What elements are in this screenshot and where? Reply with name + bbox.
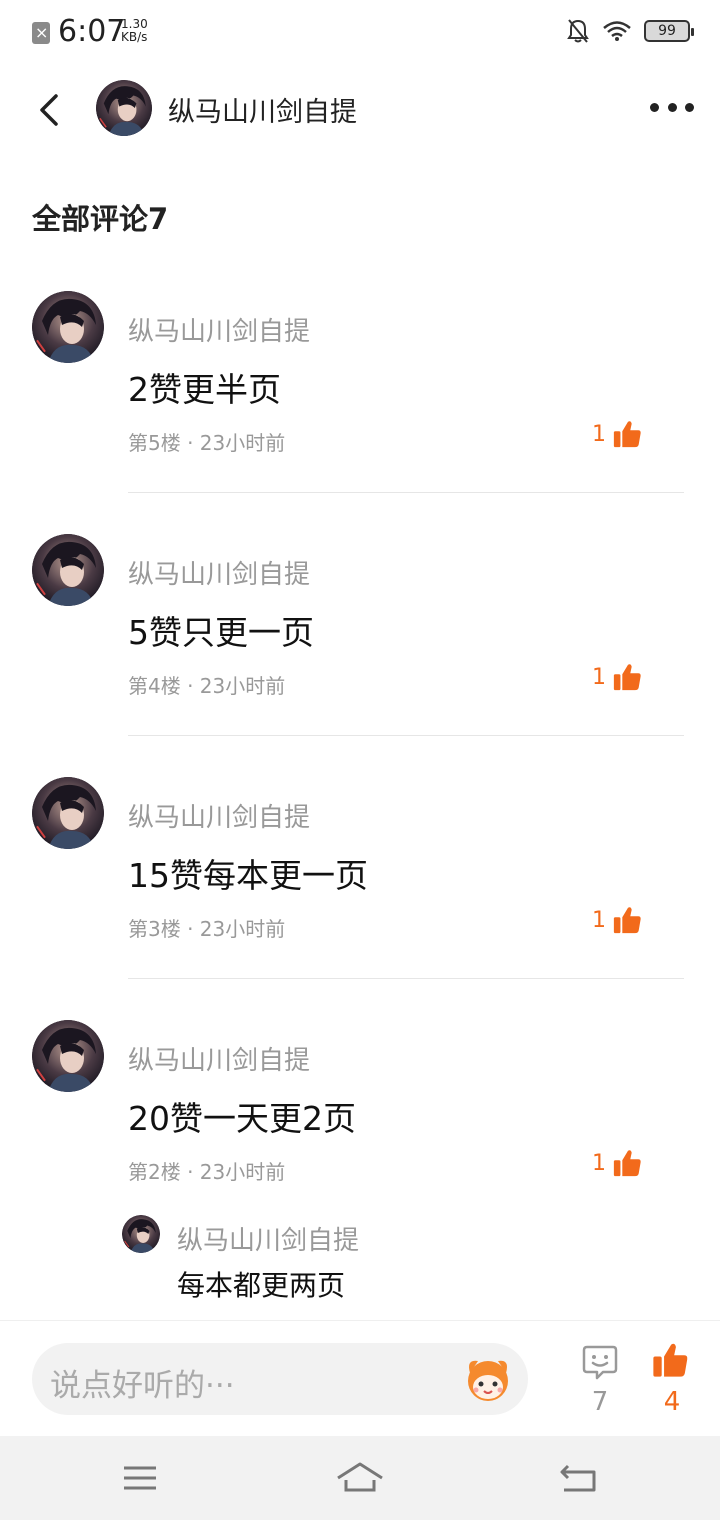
like-count: 1 [592, 907, 606, 933]
more-dot [667, 102, 677, 112]
more-dot [685, 102, 694, 112]
battery-icon: 99 [644, 20, 694, 42]
wifi-icon [602, 20, 632, 42]
comment-bubble-icon [582, 1345, 618, 1380]
comment-item: 纵马山川剑自提 5赞只更一页 第4楼 · 23小时前 1 [0, 534, 720, 777]
comments-section-title: 全部评论7 [32, 202, 169, 236]
system-nav-bar [0, 1436, 720, 1520]
comment-author[interactable]: 纵马山川剑自提 [128, 554, 310, 591]
top-header: 纵马山川剑自提 [0, 66, 720, 152]
like-button[interactable]: 1 [592, 905, 642, 935]
emoji-icon[interactable] [460, 1351, 516, 1407]
reply-author[interactable]: 纵马山川剑自提 [177, 1220, 359, 1257]
network-speed-unit: KB/s [121, 30, 148, 44]
comment-text[interactable]: 5赞只更一页 [128, 606, 314, 654]
divider [128, 492, 684, 493]
mute-bell-icon [566, 18, 590, 44]
comment-author[interactable]: 纵马山川剑自提 [128, 311, 310, 348]
comment-text[interactable]: 15赞每本更一页 [128, 849, 368, 897]
post-like-count: 4 [663, 1387, 681, 1417]
comment-text[interactable]: 2赞更半页 [128, 363, 281, 411]
more-dot [650, 102, 659, 112]
avatar[interactable] [32, 1020, 104, 1092]
thumbs-up-icon [612, 419, 642, 449]
thumbs-up-icon [612, 1148, 642, 1178]
like-button[interactable]: 1 [592, 1148, 642, 1178]
sim-off-icon [32, 22, 50, 44]
comment-author[interactable]: 纵马山川剑自提 [128, 797, 310, 834]
post-like-button[interactable] [648, 1341, 692, 1383]
like-count: 1 [592, 421, 606, 447]
like-button[interactable]: 1 [592, 419, 642, 449]
bottom-action-bar: 说点好听的··· 7 4 [0, 1320, 720, 1436]
comment-meta: 第5楼 · 23小时前 [128, 431, 286, 455]
back-nav-icon[interactable] [556, 1458, 604, 1498]
more-icon[interactable] [650, 92, 694, 122]
menu-icon[interactable] [116, 1458, 164, 1498]
avatar[interactable] [32, 777, 104, 849]
comment-meta: 第4楼 · 23小时前 [128, 674, 286, 698]
status-icons: 99 [566, 18, 694, 44]
comment-meta: 第3楼 · 23小时前 [128, 917, 286, 941]
divider [128, 735, 684, 736]
status-time: 6:07 [58, 14, 126, 49]
header-title[interactable]: 纵马山川剑自提 [168, 90, 357, 129]
comment-text[interactable]: 20赞一天更2页 [128, 1092, 356, 1140]
avatar[interactable] [122, 1215, 160, 1253]
comment-item: 纵马山川剑自提 15赞每本更一页 第3楼 · 23小时前 1 [0, 777, 720, 1020]
comment-input-placeholder: 说点好听的··· [50, 1368, 235, 1404]
comment-author[interactable]: 纵马山川剑自提 [128, 1040, 310, 1077]
comment-input[interactable]: 说点好听的··· [32, 1343, 528, 1415]
reply-text[interactable]: 每本都更两页 [177, 1264, 345, 1304]
status-bar: 6:07 1.30 KB/s 99 [0, 0, 720, 66]
comment-button[interactable] [578, 1343, 622, 1385]
comment-detail-screen: 6:07 1.30 KB/s 99 [0, 0, 720, 1520]
thumbs-up-icon [612, 662, 642, 692]
comment-meta: 第2楼 · 23小时前 [128, 1160, 286, 1184]
like-count: 1 [592, 1150, 606, 1176]
network-speed: 1.30 KB/s [121, 18, 148, 44]
comment-item: 纵马山川剑自提 2赞更半页 第5楼 · 23小时前 1 [0, 291, 720, 534]
thumbs-up-icon [651, 1341, 689, 1379]
thumbs-up-icon [612, 905, 642, 935]
reply-item: 纵马山川剑自提 每本都更两页 [0, 1212, 720, 1302]
like-button[interactable]: 1 [592, 662, 642, 692]
avatar[interactable] [96, 80, 152, 136]
divider [128, 978, 684, 979]
avatar[interactable] [32, 291, 104, 363]
home-icon[interactable] [336, 1458, 384, 1498]
back-arrow-icon[interactable] [28, 90, 68, 130]
like-count: 1 [592, 664, 606, 690]
avatar[interactable] [32, 534, 104, 606]
comment-count: 7 [591, 1387, 609, 1417]
